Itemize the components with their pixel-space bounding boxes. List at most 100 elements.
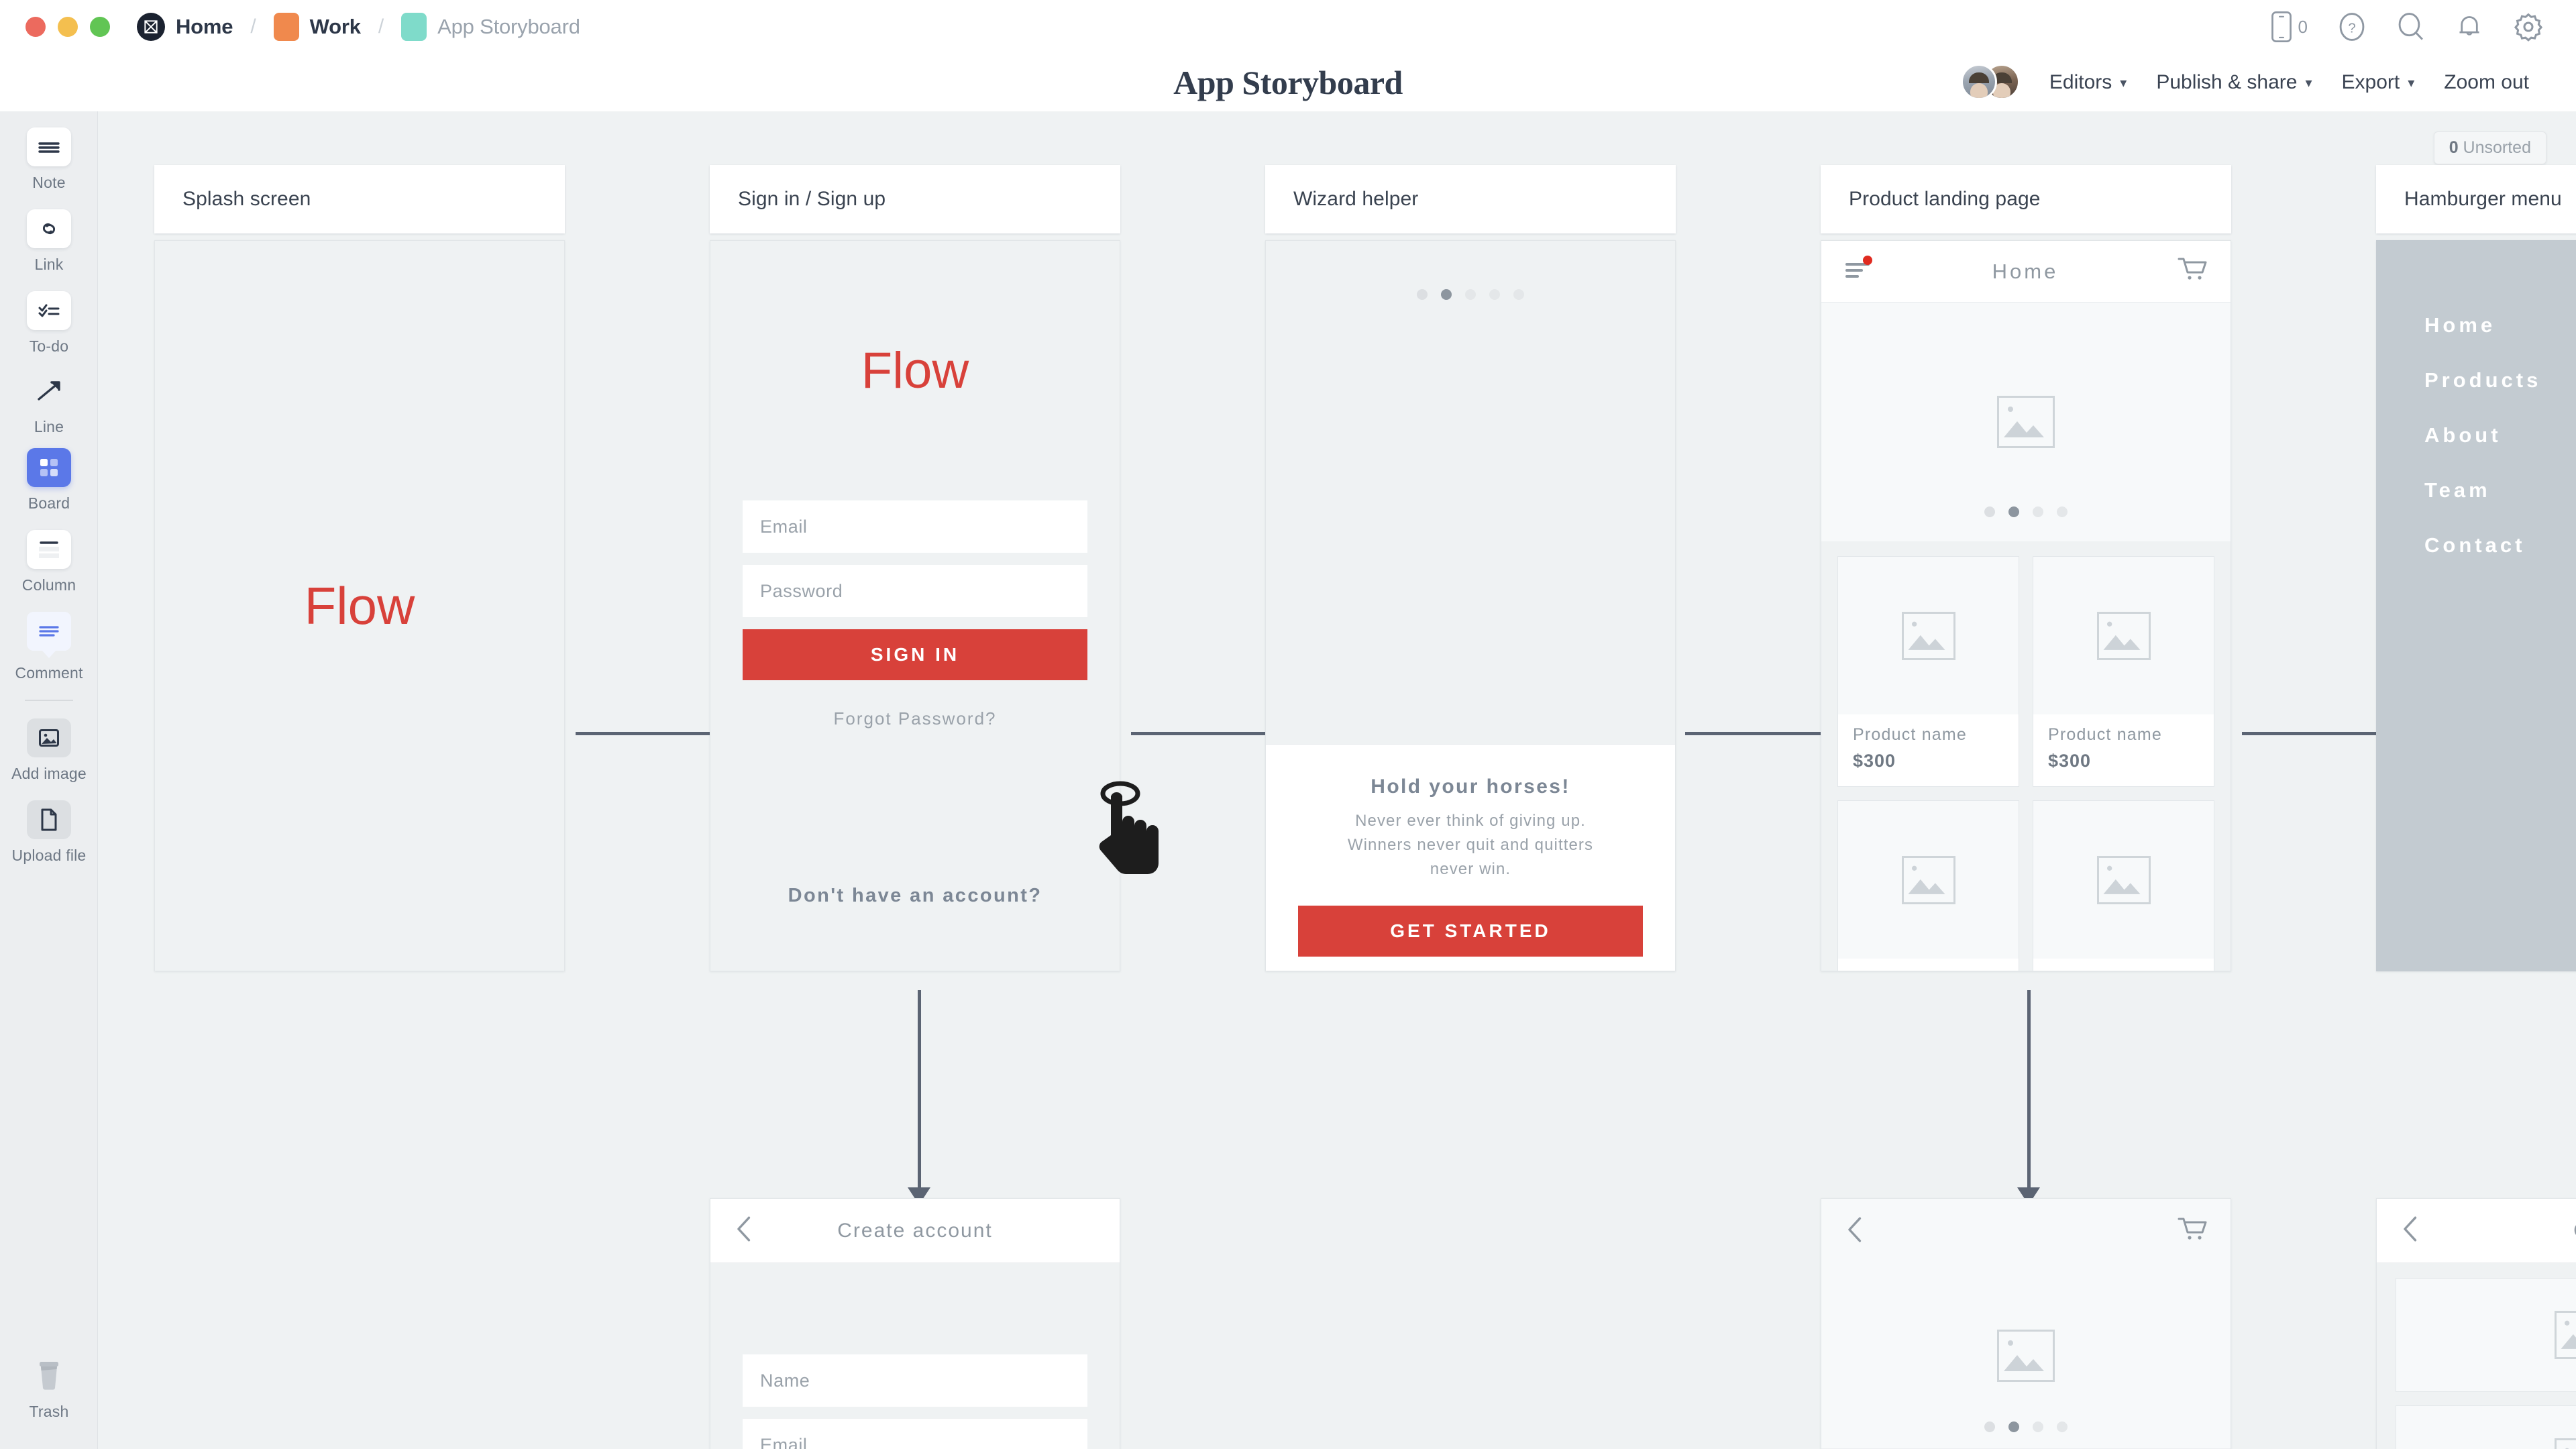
minimize-window-button[interactable] <box>58 17 78 37</box>
cart-item-row[interactable] <box>2396 1278 2576 1392</box>
carousel-dot[interactable] <box>2033 506 2043 517</box>
cart-items[interactable] <box>2377 1263 2576 1449</box>
frame-wizard-helper[interactable]: Wizard helper Hold your horses! Never ev… <box>1265 165 1676 971</box>
pager-dot[interactable] <box>1513 289 1524 300</box>
chevron-left-icon[interactable] <box>2400 1214 2422 1247</box>
menu-item-contact[interactable]: Contact <box>2376 518 2576 573</box>
pager-dot-active[interactable] <box>1441 289 1452 300</box>
pager-dot[interactable] <box>1417 289 1428 300</box>
help-icon[interactable]: ? <box>2337 12 2367 42</box>
close-window-button[interactable] <box>25 17 46 37</box>
shopping-cart-icon[interactable] <box>2177 1216 2208 1246</box>
zoom-out-button[interactable]: Zoom out <box>2429 71 2544 94</box>
breadcrumb-item-work[interactable]: Work <box>273 13 361 41</box>
sidebar-item-label: Column <box>21 576 76 594</box>
pager-dot[interactable] <box>1489 289 1500 300</box>
frame-sign-in-sign-up[interactable]: Sign in / Sign up Flow Email Password SI… <box>710 165 1120 971</box>
sign-in-button[interactable]: SIGN IN <box>743 629 1087 680</box>
sidebar-item-add-image[interactable]: Add image <box>0 718 98 783</box>
product-card[interactable]: Product name $300 <box>1837 800 2019 971</box>
sidebar-item-line[interactable]: Line <box>0 372 98 436</box>
wireframe-sign-in[interactable]: Flow Email Password SIGN IN Forgot Passw… <box>710 240 1120 971</box>
sidebar-item-upload-file[interactable]: Upload file <box>0 800 98 865</box>
carousel-dot[interactable] <box>1984 506 1995 517</box>
frame-header[interactable]: Hamburger menu <box>2376 165 2576 233</box>
maximize-window-button[interactable] <box>90 17 110 37</box>
notifications-icon[interactable] <box>2455 12 2483 42</box>
device-preview-icon[interactable]: 0 <box>2270 11 2308 42</box>
sidebar-item-column[interactable]: Column <box>0 530 98 594</box>
email-field[interactable]: Email <box>743 1419 1087 1449</box>
frame-splash-screen[interactable]: Splash screen Flow <box>154 165 565 971</box>
publish-share-menu-button[interactable]: Publish & share ▾ <box>2141 71 2326 94</box>
get-started-button[interactable]: GET STARTED <box>1298 906 1643 957</box>
password-field[interactable]: Password <box>743 565 1087 617</box>
carousel-dot[interactable] <box>2057 506 2068 517</box>
board-canvas[interactable]: 0 Unsorted Splash screen Flow Sign in / … <box>98 111 2576 1449</box>
product-card[interactable]: Product name $300 <box>2033 556 2214 787</box>
wireframe-landing[interactable]: Home Product name $300 Product name $300 <box>1821 240 2231 971</box>
editor-avatars[interactable] <box>1960 64 2020 101</box>
window-titlebar: Home / Work / App Storyboard 0 ? <box>0 0 2576 54</box>
unsorted-badge[interactable]: 0 Unsorted <box>2433 131 2546 164</box>
wizard-pager-dots[interactable] <box>1266 289 1675 300</box>
export-menu-button[interactable]: Export ▾ <box>2327 71 2430 94</box>
menu-item-team[interactable]: Team <box>2376 463 2576 518</box>
forgot-password-link[interactable]: Forgot Password? <box>710 708 1120 729</box>
product-carousel[interactable] <box>1821 1263 2231 1448</box>
pager-dot[interactable] <box>1465 289 1476 300</box>
frame-header[interactable]: Sign in / Sign up <box>710 165 1120 233</box>
carousel-dot[interactable] <box>2057 1421 2068 1432</box>
chevron-left-icon[interactable] <box>1844 1215 1867 1248</box>
email-field[interactable]: Email <box>743 500 1087 553</box>
product-card[interactable]: Product name $300 <box>2033 800 2214 971</box>
sidebar-item-todo[interactable]: To-do <box>0 291 98 356</box>
wireframe-cart[interactable]: C <box>2376 1198 2576 1449</box>
wireframe-wizard[interactable]: Hold your horses! Never ever think of gi… <box>1265 240 1676 971</box>
sidebar-item-comment[interactable]: Comment <box>0 612 98 682</box>
hero-carousel[interactable] <box>1821 303 2231 541</box>
frame-header[interactable]: Wizard helper <box>1265 165 1676 233</box>
product-grid[interactable]: Product name $300 Product name $300 <box>1821 541 2231 971</box>
sidebar-item-note[interactable]: Note <box>0 127 98 192</box>
chevron-left-icon[interactable] <box>733 1214 756 1247</box>
wireframe-create-account[interactable]: Create account Name Email <box>710 1198 1120 1449</box>
app-navbar <box>1821 1199 2231 1263</box>
shopping-cart-icon[interactable] <box>2177 256 2208 286</box>
settings-gear-icon[interactable] <box>2513 11 2544 42</box>
cart-item-row[interactable] <box>2396 1405 2576 1449</box>
wireframe-splash[interactable]: Flow <box>154 240 565 971</box>
breadcrumb-item-app-storyboard[interactable]: App Storyboard <box>401 13 580 41</box>
sidebar-item-link[interactable]: Link <box>0 209 98 274</box>
frame-product-detail[interactable]: Product name $300 Buying the right teles… <box>1821 1198 2231 1449</box>
create-account-link[interactable]: Don't have an account? <box>710 885 1120 907</box>
sidebar-item-trash[interactable]: Trash <box>0 1356 98 1421</box>
menu-item-products[interactable]: Products <box>2376 353 2576 408</box>
carousel-dot[interactable] <box>1984 1421 1995 1432</box>
frame-cart-screen[interactable]: C <box>2376 1198 2576 1449</box>
carousel-dot[interactable] <box>2033 1421 2043 1432</box>
frame-product-landing-page[interactable]: Product landing page Home Product name $… <box>1821 165 2231 971</box>
frame-header[interactable]: Product landing page <box>1821 165 2231 233</box>
sidebar-item-board[interactable]: Board <box>0 448 98 513</box>
menu-item-about[interactable]: About <box>2376 408 2576 463</box>
hamburger-menu-icon[interactable] <box>1844 256 1874 284</box>
name-field[interactable]: Name <box>743 1354 1087 1407</box>
editors-menu-button[interactable]: Editors ▾ <box>2035 71 2141 94</box>
carousel-dot-active[interactable] <box>2008 1421 2019 1432</box>
frame-hamburger-menu[interactable]: Hamburger menu Home Products About Team … <box>2376 165 2576 971</box>
carousel-dots[interactable] <box>1821 1421 2231 1432</box>
wireframe-hamburger-menu[interactable]: Home Products About Team Contact <box>2376 240 2576 971</box>
carousel-dot-active[interactable] <box>2008 506 2019 517</box>
breadcrumb-item-home[interactable]: Home <box>137 13 233 41</box>
frame-create-account[interactable]: Create account Name Email <box>710 1198 1120 1449</box>
search-icon[interactable] <box>2396 12 2426 42</box>
product-name: Product name <box>2048 969 2199 971</box>
product-card[interactable]: Product name $300 <box>1837 556 2019 787</box>
comment-bubble-icon <box>27 612 71 651</box>
carousel-dots[interactable] <box>1821 506 2231 517</box>
image-placeholder-icon <box>2555 1311 2576 1359</box>
frame-header[interactable]: Splash screen <box>154 165 565 233</box>
menu-item-home[interactable]: Home <box>2376 298 2576 353</box>
wireframe-product-detail[interactable]: Product name $300 Buying the right teles… <box>1821 1198 2231 1449</box>
